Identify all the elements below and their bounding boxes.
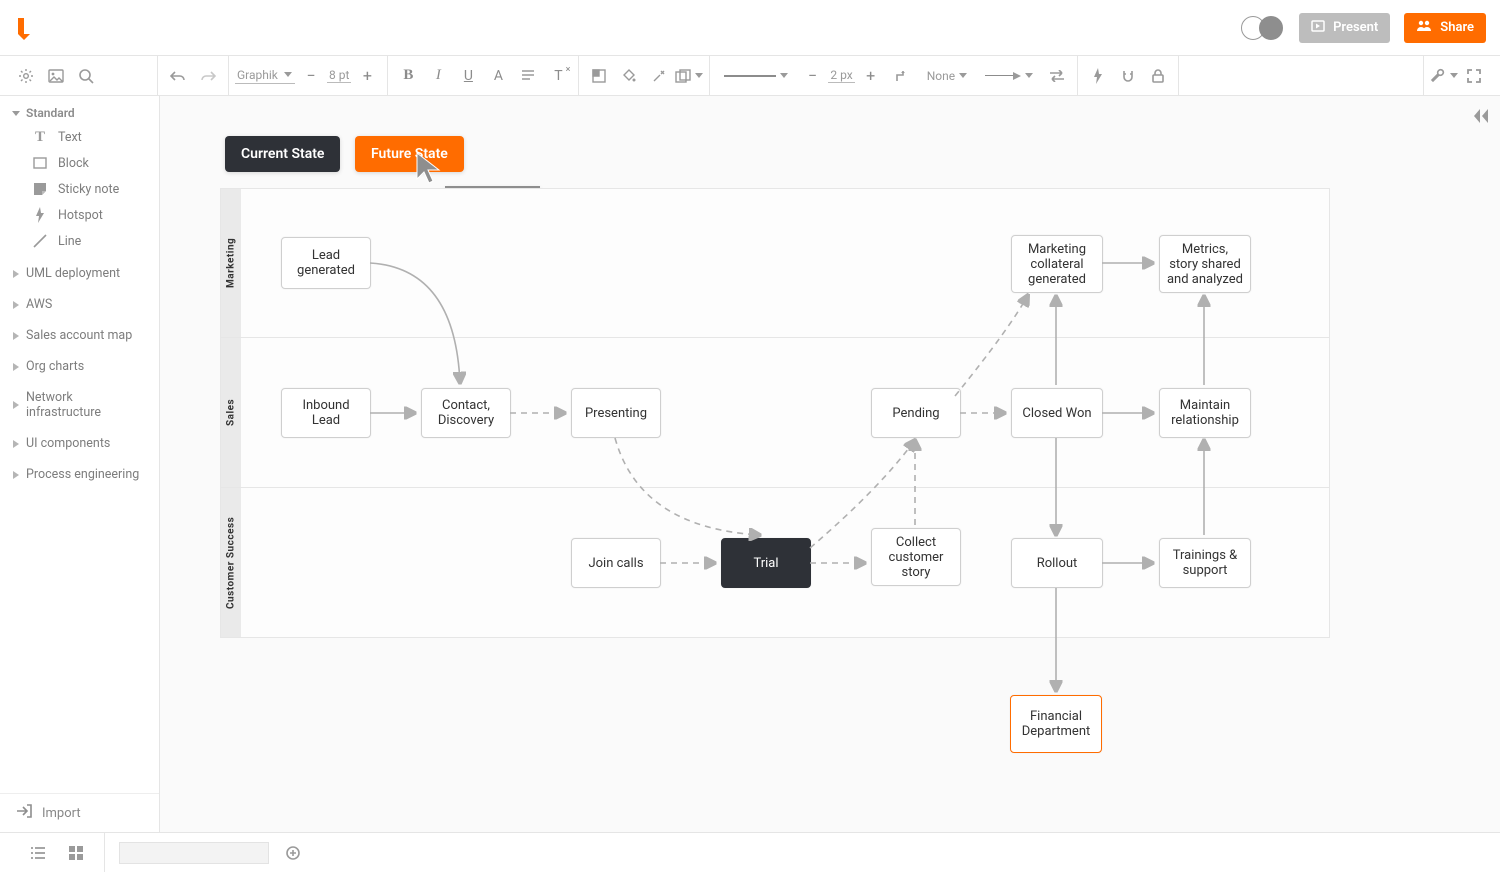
node-rollout[interactable]: Rollout: [1011, 538, 1103, 588]
line-width-inc[interactable]: +: [857, 62, 885, 90]
hotspot-icon: [32, 207, 48, 223]
sticky-note-icon: [32, 181, 48, 197]
node-join-calls[interactable]: Join calls: [571, 538, 661, 588]
lane-cs-label: Customer Success: [221, 488, 241, 637]
sidebar-standard-header[interactable]: Standard: [10, 102, 149, 124]
sidebar-cat-sales[interactable]: Sales account map: [0, 320, 159, 351]
search-icon[interactable]: [72, 62, 100, 90]
node-presenting[interactable]: Presenting: [571, 388, 661, 438]
node-pending[interactable]: Pending: [871, 388, 961, 438]
node-contact-discovery[interactable]: Contact, Discovery: [421, 388, 511, 438]
eyedropper-icon[interactable]: [645, 62, 673, 90]
tab-current-state[interactable]: Current State: [225, 136, 340, 172]
line-icon: [32, 233, 48, 249]
line-width-input[interactable]: 2 px: [828, 68, 854, 83]
tab-future-state[interactable]: Future State: [355, 136, 464, 172]
share-label: Share: [1440, 20, 1474, 35]
sidebar-cat-network[interactable]: Network infrastructure: [0, 382, 159, 428]
panel-toggle[interactable]: [1472, 108, 1488, 127]
font-size-inc[interactable]: +: [353, 62, 381, 90]
people-icon: [1416, 20, 1432, 36]
underline-button[interactable]: U: [454, 62, 482, 90]
lane-marketing-label: Marketing: [221, 189, 241, 337]
italic-button[interactable]: I: [424, 62, 452, 90]
magnet-icon[interactable]: [1114, 62, 1142, 90]
node-maintain[interactable]: Maintain relationship: [1159, 388, 1251, 438]
node-closed-won[interactable]: Closed Won: [1011, 388, 1103, 438]
arrow-style-button[interactable]: [977, 62, 1041, 90]
node-inbound-lead[interactable]: Inbound Lead: [281, 388, 371, 438]
bold-button[interactable]: B: [394, 62, 422, 90]
fill-button[interactable]: [585, 62, 613, 90]
line-pattern-button[interactable]: [716, 62, 796, 90]
sidebar-cat-ui[interactable]: UI components: [0, 428, 159, 459]
font-size-dec[interactable]: −: [297, 62, 325, 90]
align-button[interactable]: [514, 62, 542, 90]
node-metrics[interactable]: Metrics, story shared and analyzed: [1159, 235, 1251, 293]
wrench-icon[interactable]: [1430, 62, 1458, 90]
redo-button[interactable]: [194, 62, 222, 90]
node-lead-generated[interactable]: Lead generated: [281, 237, 371, 289]
add-page-button[interactable]: [279, 839, 307, 867]
sidebar-cat-aws[interactable]: AWS: [0, 289, 159, 320]
page-thumbnail[interactable]: [119, 842, 269, 864]
shape-style-button[interactable]: [675, 62, 703, 90]
node-financial-dept[interactable]: Financial Department: [1010, 695, 1102, 753]
app-logo[interactable]: [14, 16, 34, 40]
node-marketing-collateral[interactable]: Marketing collateral generated: [1011, 235, 1103, 293]
grid-view-icon[interactable]: [62, 839, 90, 867]
undo-button[interactable]: [164, 62, 192, 90]
font-family-select[interactable]: Graphik: [235, 68, 295, 84]
font-size-input[interactable]: 8 pt: [327, 68, 351, 83]
clear-format-button[interactable]: T×: [544, 62, 572, 90]
sidebar-item-line[interactable]: Line: [10, 228, 149, 254]
import-icon: [16, 804, 32, 822]
sidebar-cat-org[interactable]: Org charts: [0, 351, 159, 382]
swap-button[interactable]: [1043, 62, 1071, 90]
bucket-icon[interactable]: [615, 62, 643, 90]
image-icon[interactable]: [42, 62, 70, 90]
node-trainings[interactable]: Trainings & support: [1159, 538, 1251, 588]
node-collect-story[interactable]: Collect customer story: [871, 528, 961, 586]
sidebar-item-block[interactable]: Block: [10, 150, 149, 176]
block-icon: [32, 155, 48, 171]
text-color-button[interactable]: A: [484, 62, 512, 90]
sidebar-cat-uml[interactable]: UML deployment: [0, 258, 159, 289]
collaborator-avatars[interactable]: [1241, 16, 1285, 40]
present-button[interactable]: Present: [1299, 13, 1390, 43]
line-route-button[interactable]: [887, 62, 917, 90]
text-icon: T: [32, 129, 48, 145]
lane-sales-label: Sales: [221, 338, 241, 487]
play-icon: [1311, 20, 1325, 36]
sidebar-item-sticky[interactable]: Sticky note: [10, 176, 149, 202]
list-view-icon[interactable]: [24, 839, 52, 867]
lock-icon[interactable]: [1144, 62, 1172, 90]
import-button[interactable]: Import: [0, 793, 159, 832]
gear-icon[interactable]: [12, 62, 40, 90]
present-label: Present: [1333, 20, 1378, 35]
swimlane-container[interactable]: Marketing Lead generated Marketing colla…: [220, 188, 1330, 638]
sidebar-cat-process[interactable]: Process engineering: [0, 459, 159, 490]
line-style-select[interactable]: None: [919, 62, 975, 90]
action-icon[interactable]: [1084, 62, 1112, 90]
line-width-dec[interactable]: −: [798, 62, 826, 90]
sidebar-item-text[interactable]: T Text: [10, 124, 149, 150]
node-trial[interactable]: Trial: [721, 538, 811, 588]
share-button[interactable]: Share: [1404, 13, 1486, 43]
sidebar-item-hotspot[interactable]: Hotspot: [10, 202, 149, 228]
fullscreen-icon[interactable]: [1460, 62, 1488, 90]
